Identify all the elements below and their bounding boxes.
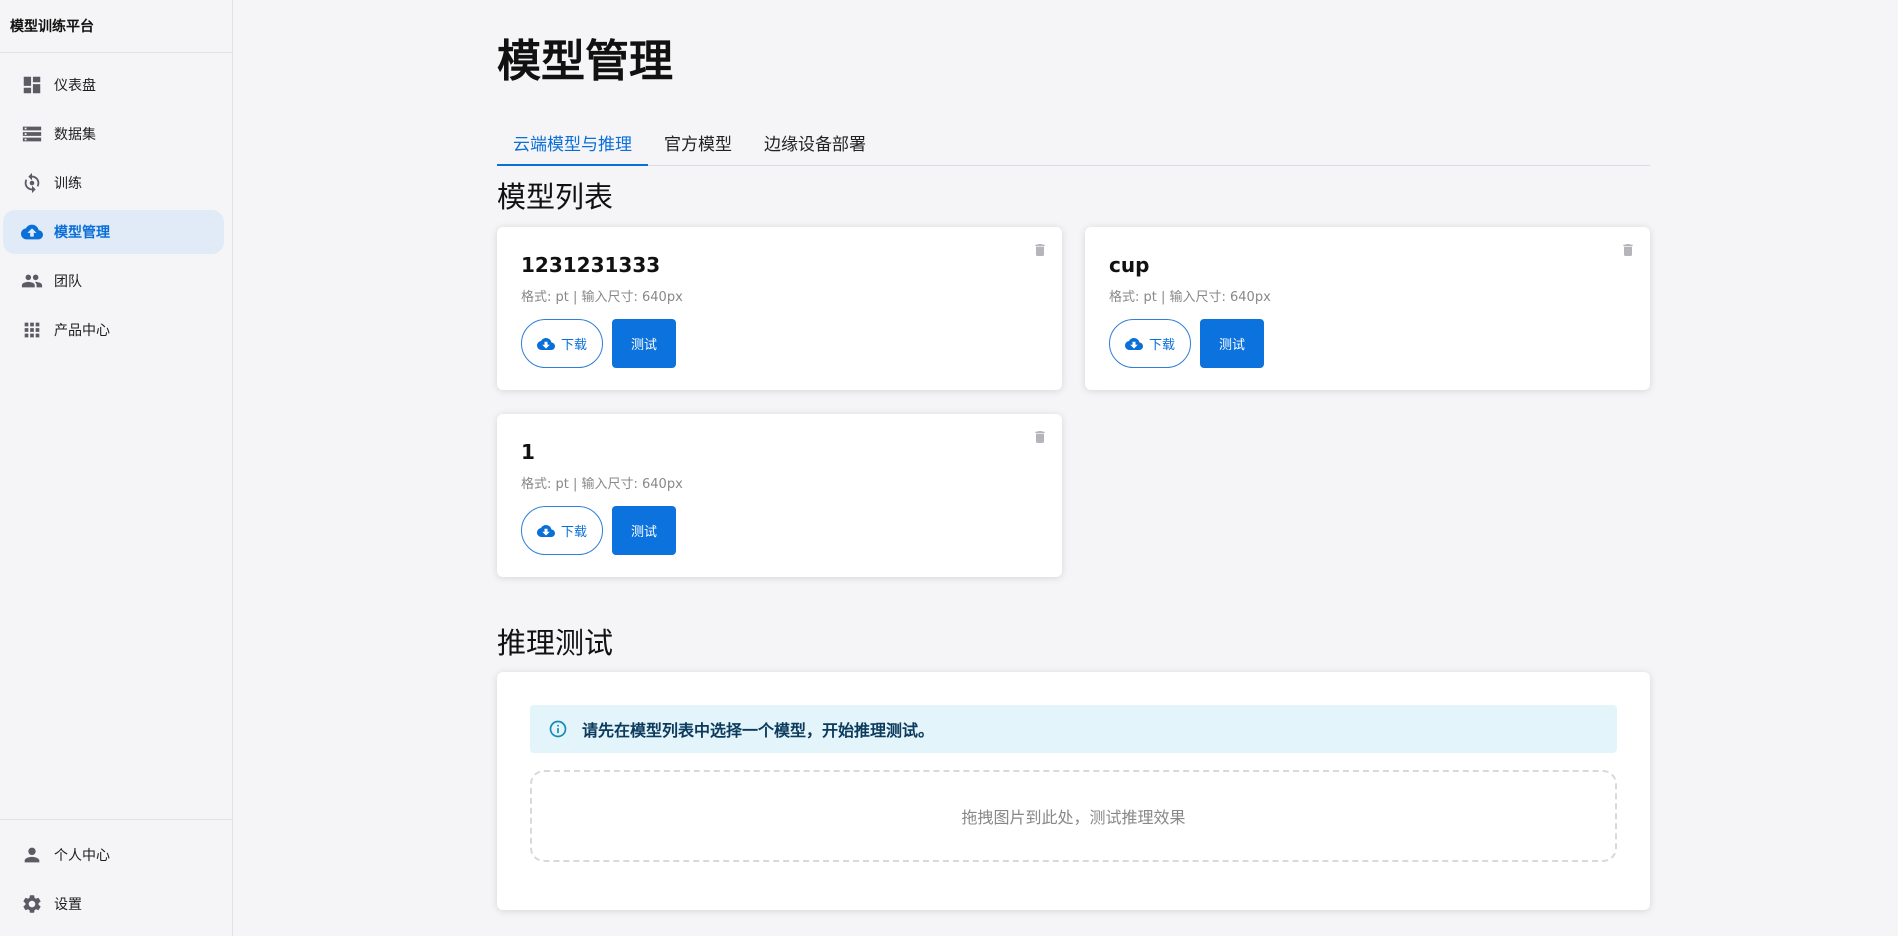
person-icon <box>20 843 44 867</box>
model-name: 1231231333 <box>521 253 661 277</box>
tab-official-models[interactable]: 官方模型 <box>648 130 748 166</box>
sidebar-item-dataset[interactable]: 数据集 <box>3 112 224 156</box>
sidebar-item-product-center[interactable]: 产品中心 <box>3 308 224 352</box>
sidebar: 模型训练平台 仪表盘 数据集 训练 模型管理 团队 产品中心 个人中心 设置 <box>0 0 233 936</box>
dataset-list-icon <box>20 122 44 146</box>
test-button[interactable]: 测试 <box>1200 319 1264 368</box>
training-icon <box>20 171 44 195</box>
cloud-upload-icon <box>20 220 44 244</box>
sidebar-item-label: 训练 <box>54 176 82 192</box>
model-actions: 下载 测试 <box>521 319 1038 368</box>
inference-title: 推理测试 <box>497 626 614 660</box>
sidebar-item-training[interactable]: 训练 <box>3 161 224 205</box>
download-label: 下载 <box>560 525 587 540</box>
model-meta: 格式: pt | 输入尺寸: 640px <box>521 477 683 492</box>
download-button[interactable]: 下载 <box>1109 319 1191 368</box>
sidebar-item-label: 个人中心 <box>54 848 110 864</box>
sidebar-item-label: 数据集 <box>54 127 96 143</box>
delete-icon[interactable] <box>1032 241 1048 259</box>
sidebar-item-dashboard[interactable]: 仪表盘 <box>3 63 224 107</box>
dashboard-icon <box>20 73 44 97</box>
inference-panel: 请先在模型列表中选择一个模型，开始推理测试。 拖拽图片到此处，测试推理效果 <box>497 672 1650 910</box>
model-card: 1231231333 格式: pt | 输入尺寸: 640px 下载 测试 <box>497 227 1062 390</box>
model-name: cup <box>1109 253 1150 277</box>
sidebar-item-team[interactable]: 团队 <box>3 259 224 303</box>
info-icon <box>549 720 567 738</box>
download-button[interactable]: 下载 <box>521 319 603 368</box>
model-actions: 下载 测试 <box>521 506 1038 555</box>
page-title: 模型管理 <box>497 36 673 87</box>
delete-icon[interactable] <box>1032 428 1048 446</box>
model-name: 1 <box>521 440 535 464</box>
sidebar-item-label: 团队 <box>54 274 82 290</box>
tab-bar: 云端模型与推理 官方模型 边缘设备部署 <box>497 130 1650 166</box>
cloud-download-icon <box>1124 337 1143 350</box>
brand-title: 模型训练平台 <box>0 0 232 53</box>
tab-edge-deploy[interactable]: 边缘设备部署 <box>748 130 882 166</box>
download-label: 下载 <box>1148 338 1175 353</box>
sidebar-item-label: 模型管理 <box>54 225 110 241</box>
sidebar-item-settings[interactable]: 设置 <box>3 882 224 926</box>
alert-text: 请先在模型列表中选择一个模型，开始推理测试。 <box>582 721 935 740</box>
test-button[interactable]: 测试 <box>612 506 676 555</box>
model-actions: 下载 测试 <box>1109 319 1626 368</box>
gear-icon <box>20 892 44 916</box>
download-button[interactable]: 下载 <box>521 506 603 555</box>
apps-grid-icon <box>20 318 44 342</box>
main-content: 模型管理 云端模型与推理 官方模型 边缘设备部署 模型列表 1231231333… <box>497 0 1650 910</box>
sidebar-item-profile[interactable]: 个人中心 <box>3 833 224 877</box>
delete-icon[interactable] <box>1620 241 1636 259</box>
team-icon <box>20 269 44 293</box>
model-meta: 格式: pt | 输入尺寸: 640px <box>521 290 683 305</box>
model-card: cup 格式: pt | 输入尺寸: 640px 下载 测试 <box>1085 227 1650 390</box>
test-button[interactable]: 测试 <box>612 319 676 368</box>
image-dropzone[interactable]: 拖拽图片到此处，测试推理效果 <box>530 770 1617 862</box>
app-root: 模型训练平台 仪表盘 数据集 训练 模型管理 团队 产品中心 个人中心 设置 模… <box>0 0 1898 936</box>
sidebar-item-label: 产品中心 <box>54 323 110 339</box>
cloud-download-icon <box>536 337 555 350</box>
sidebar-item-label: 仪表盘 <box>54 78 96 94</box>
download-label: 下载 <box>560 338 587 353</box>
model-list-title: 模型列表 <box>497 180 614 214</box>
sidebar-bottom: 个人中心 设置 <box>0 819 232 936</box>
model-meta: 格式: pt | 输入尺寸: 640px <box>1109 290 1271 305</box>
sidebar-nav: 仪表盘 数据集 训练 模型管理 团队 产品中心 <box>0 53 232 352</box>
sidebar-item-model-management[interactable]: 模型管理 <box>3 210 224 254</box>
tab-cloud-models[interactable]: 云端模型与推理 <box>497 130 648 166</box>
sidebar-item-label: 设置 <box>54 897 82 913</box>
cloud-download-icon <box>536 524 555 537</box>
model-card: 1 格式: pt | 输入尺寸: 640px 下载 测试 <box>497 414 1062 577</box>
info-alert: 请先在模型列表中选择一个模型，开始推理测试。 <box>530 705 1617 753</box>
